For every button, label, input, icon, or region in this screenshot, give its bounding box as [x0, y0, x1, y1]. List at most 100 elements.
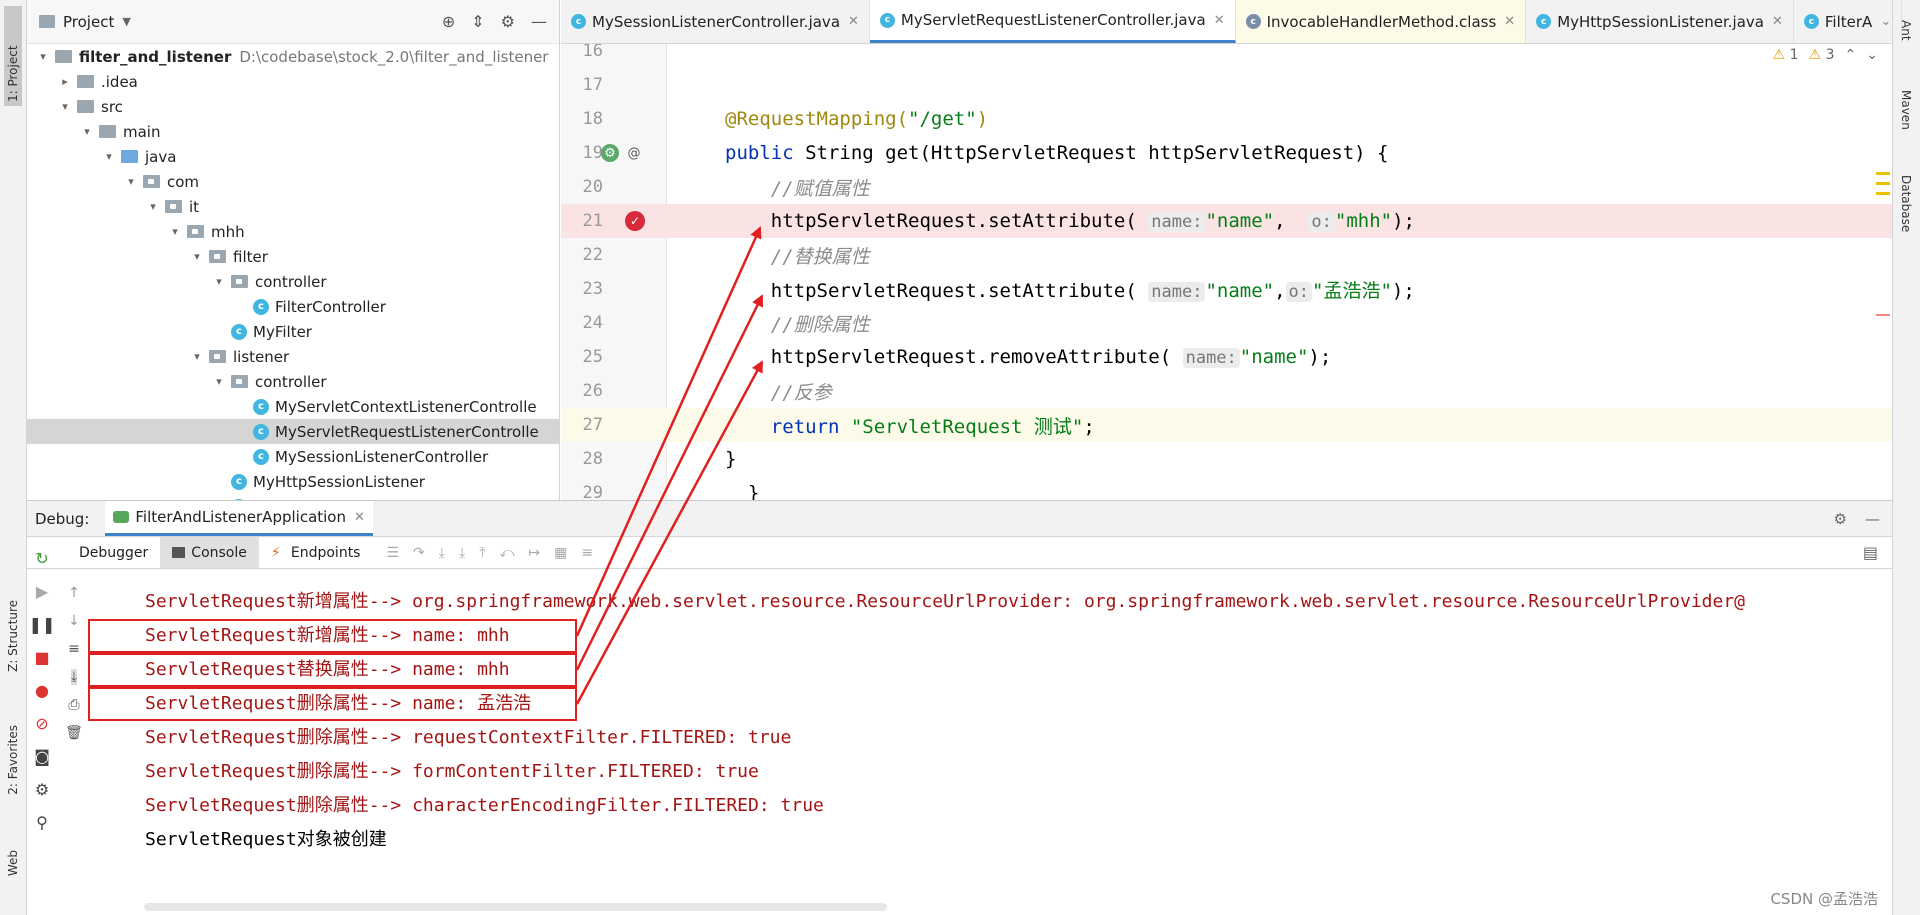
project-tool-tab[interactable]: 1: Project: [4, 6, 22, 106]
tree-item[interactable]: ▸ .idea: [27, 69, 559, 94]
tab-endpoints[interactable]: ⚡ Endpoints: [259, 537, 373, 568]
line-number[interactable]: 25: [571, 347, 603, 367]
code-line[interactable]: 24 //删除属性: [561, 306, 1892, 340]
minimize-icon[interactable]: —: [1865, 510, 1880, 528]
line-number[interactable]: 21: [571, 211, 603, 231]
minimize-icon[interactable]: —: [531, 12, 547, 31]
chevron-down-icon[interactable]: ▾: [211, 275, 227, 288]
stop-icon[interactable]: ■: [34, 648, 49, 667]
code-line[interactable]: 17: [561, 68, 1892, 102]
close-icon[interactable]: ✕: [354, 510, 365, 525]
tree-item[interactable]: c MyServletRequestListenerControlle: [27, 419, 559, 444]
tab-debugger[interactable]: Debugger: [67, 537, 160, 568]
line-number[interactable]: 17: [571, 75, 603, 95]
chevron-right-icon[interactable]: ▸: [57, 75, 73, 88]
soft-wrap-icon[interactable]: ≡: [68, 641, 80, 657]
code-line[interactable]: 27 return "ServletRequest 测试";: [561, 408, 1892, 442]
spring-mapping-icon[interactable]: ⚙: [601, 144, 619, 162]
line-number[interactable]: 19: [571, 143, 603, 163]
layout-icon[interactable]: ▤: [1863, 543, 1892, 562]
code-editor[interactable]: ⚠ 1 ⚠ 3 ⌃ ⌄ 16 17 18 @RequestMapping("/get"…: [561, 44, 1892, 500]
project-view-selector[interactable]: Project: [63, 13, 114, 31]
force-step-into-icon[interactable]: ⤓: [459, 545, 465, 561]
code-line[interactable]: 18 @RequestMapping("/get"): [561, 102, 1892, 136]
step-out-icon[interactable]: ⤒: [479, 545, 485, 561]
editor-tab[interactable]: c FilterA ⌄: [1794, 0, 1903, 43]
code-line[interactable]: 28}: [561, 442, 1892, 476]
tree-item[interactable]: ▾ java: [27, 144, 559, 169]
tree-item[interactable]: ▾ filter_and_listener D:\codebase\stock_2.…: [27, 44, 559, 69]
chevron-down-icon[interactable]: ▾: [167, 225, 183, 238]
editor-tab[interactable]: c MySessionListenerController.java ✕: [561, 0, 870, 43]
tree-item[interactable]: c MyFilter: [27, 319, 559, 344]
step-into-icon[interactable]: ⤓: [439, 545, 445, 561]
locate-icon[interactable]: ⊕: [442, 12, 455, 31]
settings-icon[interactable]: ⚙: [35, 780, 49, 799]
annotation-icon[interactable]: @: [625, 144, 643, 162]
menu-icon[interactable]: ☰: [386, 545, 399, 561]
code-line[interactable]: 21 ✓ httpServletRequest.setAttribute( nam…: [561, 204, 1892, 238]
editor-tab[interactable]: c InvocableHandlerMethod.class ✕: [1235, 0, 1527, 43]
run-config-tab[interactable]: FilterAndListenerApplication ✕: [105, 501, 373, 536]
tree-item[interactable]: ▾ src: [27, 94, 559, 119]
breakpoint-icon[interactable]: ✓: [625, 211, 645, 231]
tree-item[interactable]: ▾ listener: [27, 344, 559, 369]
tree-item[interactable]: ▾ filter: [27, 244, 559, 269]
tree-item[interactable]: c MyHttpSessionListener: [27, 469, 559, 494]
pin-icon[interactable]: ⚲: [36, 813, 48, 832]
maven-tool-tab[interactable]: Maven: [1899, 90, 1913, 130]
chevron-down-icon[interactable]: ▾: [35, 50, 51, 63]
line-number[interactable]: 27: [571, 415, 603, 435]
line-number[interactable]: 20: [571, 177, 603, 197]
tree-item[interactable]: c MySessionListenerController: [27, 444, 559, 469]
tree-item[interactable]: ▾ com: [27, 169, 559, 194]
drop-frame-icon[interactable]: ⤺: [499, 545, 514, 561]
run-to-cursor-icon[interactable]: ↦: [528, 545, 540, 561]
gear-icon[interactable]: ⚙: [501, 12, 515, 31]
code-line[interactable]: 26 //反参: [561, 374, 1892, 408]
tree-item[interactable]: c FilterController: [27, 294, 559, 319]
rerun-icon[interactable]: ↻: [35, 549, 48, 568]
chevron-down-icon[interactable]: ▾: [101, 150, 117, 163]
scroll-to-end-icon[interactable]: ⤓: [70, 669, 78, 685]
close-icon[interactable]: ✕: [1214, 13, 1225, 28]
resume-icon[interactable]: ▶: [36, 582, 48, 601]
close-icon[interactable]: ✕: [1504, 14, 1515, 29]
mute-breakpoints-icon[interactable]: ⊘: [35, 714, 48, 733]
line-number[interactable]: 18: [571, 109, 603, 129]
step-over-icon[interactable]: ↷: [413, 545, 425, 561]
tree-item[interactable]: ▾ controller: [27, 369, 559, 394]
code-line[interactable]: 25 httpServletRequest.removeAttribute( n…: [561, 340, 1892, 374]
chevron-down-icon[interactable]: ▾: [57, 100, 73, 113]
editor-tab[interactable]: c MyHttpSessionListener.java ✕: [1526, 0, 1794, 43]
web-tool-tab[interactable]: Web: [6, 850, 20, 876]
tab-console[interactable]: Console: [160, 537, 259, 568]
line-number[interactable]: 16: [571, 44, 603, 61]
chevron-down-icon[interactable]: ▼: [122, 15, 130, 28]
tree-item[interactable]: ▾ mhh: [27, 219, 559, 244]
chevron-down-icon[interactable]: ▾: [211, 375, 227, 388]
chevron-down-icon[interactable]: ▾: [189, 250, 205, 263]
line-number[interactable]: 29: [571, 483, 603, 500]
collapse-all-icon[interactable]: ⇕: [471, 12, 484, 31]
horizontal-scrollbar[interactable]: [144, 903, 887, 911]
line-number[interactable]: 26: [571, 381, 603, 401]
line-number[interactable]: 22: [571, 245, 603, 265]
pause-icon[interactable]: ❚❚: [29, 615, 56, 634]
chevron-down-icon[interactable]: ▾: [189, 350, 205, 363]
code-line[interactable]: 23 httpServletRequest.setAttribute( name…: [561, 272, 1892, 306]
code-line[interactable]: 19 ⚙ @ public String get(HttpServletRequest…: [561, 136, 1892, 170]
code-line[interactable]: 29 }: [561, 476, 1892, 500]
arrow-down-icon[interactable]: ↓: [68, 613, 80, 629]
clear-all-icon[interactable]: 🗑: [65, 725, 83, 741]
database-tool-tab[interactable]: Database: [1899, 175, 1913, 232]
trace-icon[interactable]: ≡: [581, 545, 593, 561]
line-number[interactable]: 28: [571, 449, 603, 469]
view-breakpoints-icon[interactable]: ●: [35, 681, 49, 700]
tree-item[interactable]: ▾ it: [27, 194, 559, 219]
print-icon[interactable]: ⎙: [68, 697, 79, 713]
camera-icon[interactable]: ◙: [34, 747, 50, 766]
tree-item[interactable]: c MyServletContextListenerControlle: [27, 394, 559, 419]
evaluate-icon[interactable]: ▦: [554, 545, 567, 561]
editor-tab[interactable]: c MyServletRequestListenerController.java…: [869, 0, 1236, 43]
